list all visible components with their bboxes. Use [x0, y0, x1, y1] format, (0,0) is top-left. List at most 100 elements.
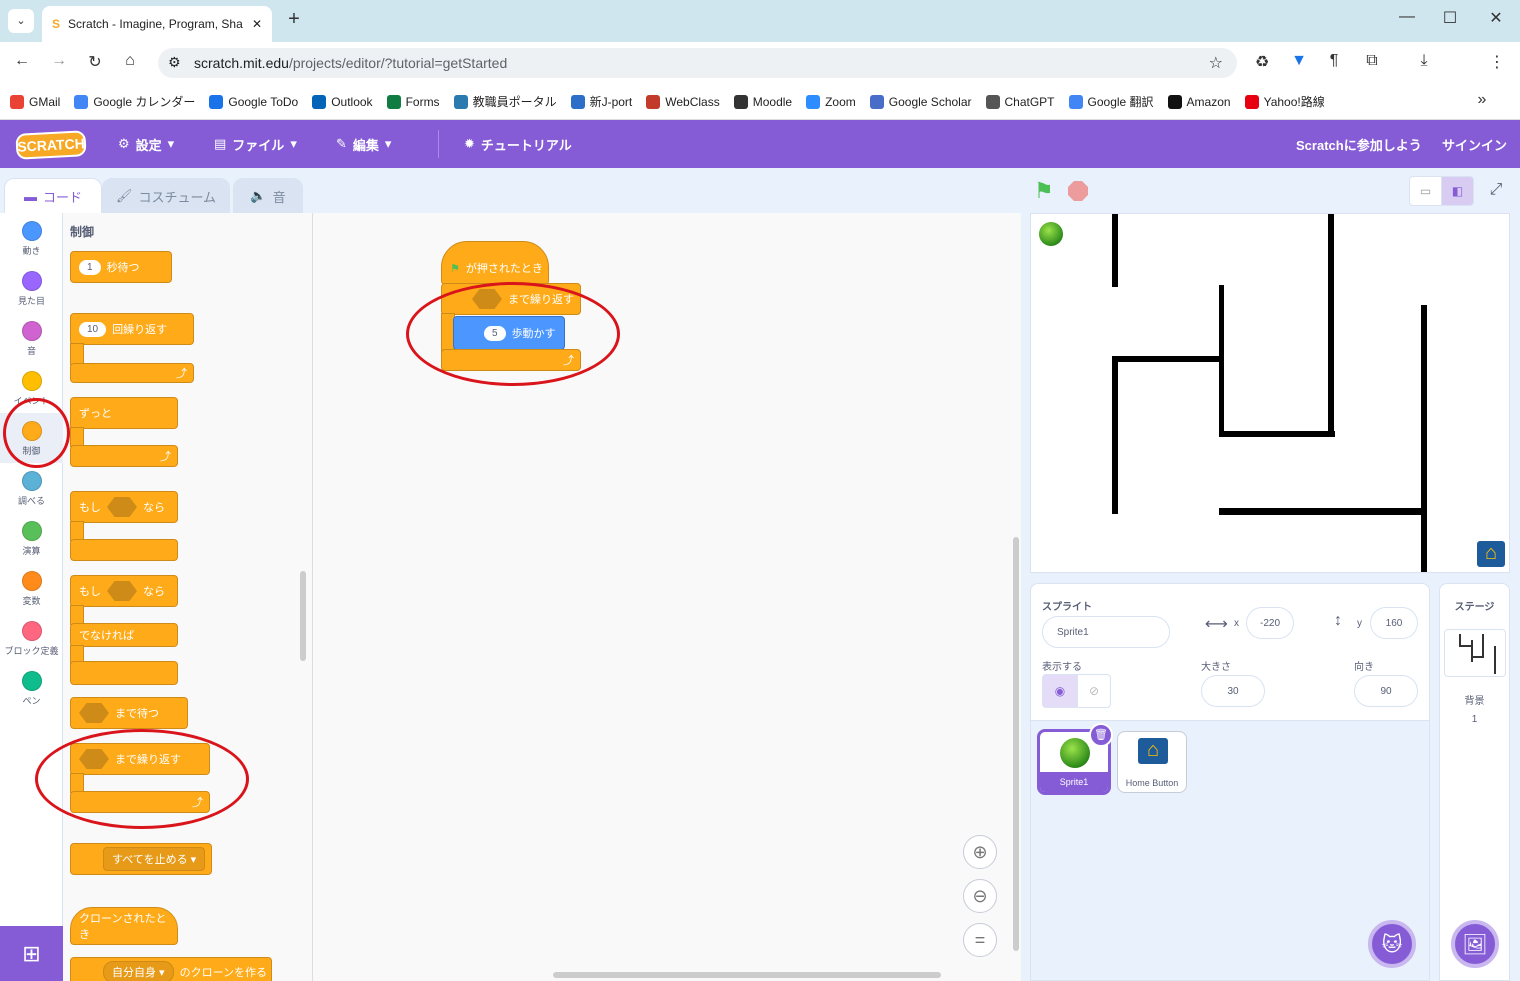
bookmark-7[interactable]: WebClass — [646, 94, 720, 109]
condition-slot[interactable] — [107, 497, 137, 517]
repeat-input[interactable]: 10 — [79, 321, 107, 337]
bookmark-star-icon[interactable]: ☆ — [1209, 53, 1223, 73]
bookmark-favicon-icon — [209, 94, 224, 109]
maximize-icon[interactable]: ☐ — [1438, 8, 1462, 28]
close-tab-icon[interactable]: ✕ — [252, 17, 262, 31]
join-scratch-link[interactable]: Scratchに参加しよう — [1296, 120, 1422, 168]
block-stop[interactable]: すべてを止める ▾ — [70, 843, 212, 875]
bookmark-14[interactable]: Yahoo!路線 — [1244, 93, 1325, 110]
bookmark-10[interactable]: Google Scholar — [869, 94, 972, 109]
block-forever[interactable]: ずっと — [70, 397, 178, 429]
wait-input[interactable]: 1 — [79, 259, 101, 275]
bookmark-9[interactable]: Zoom — [806, 94, 856, 109]
category-0[interactable]: 動き — [0, 213, 63, 257]
category-2[interactable]: 音 — [0, 313, 63, 357]
clone-target-dropdown[interactable]: 自分自身 ▾ — [103, 961, 174, 981]
tutorials-button[interactable]: ✹ チュートリアル — [464, 120, 572, 168]
home-button-sprite-icon[interactable]: ⌂ — [1477, 541, 1505, 567]
sprite-ball-icon[interactable] — [1039, 222, 1063, 246]
file-menu[interactable]: ▤ ファイル ▾ — [214, 120, 297, 168]
backdrop-thumbnail[interactable] — [1444, 629, 1506, 677]
address-bar[interactable]: ⚙ scratch.mit.edu/projects/editor/?tutor… — [158, 48, 1237, 78]
bookmark-11[interactable]: ChatGPT — [985, 94, 1055, 109]
sprite-tile-home-button[interactable]: ⌂ Home Button — [1117, 731, 1187, 793]
add-sprite-button[interactable]: 🐱 — [1368, 920, 1416, 968]
new-tab-icon[interactable]: + — [282, 8, 306, 31]
small-stage-button[interactable]: ▭ — [1409, 176, 1442, 206]
y-input[interactable]: 160 — [1370, 607, 1418, 639]
download-icon[interactable]: ⤓ — [1412, 52, 1436, 70]
bookmark-3[interactable]: Outlook — [312, 94, 373, 109]
site-info-icon[interactable]: ⚙ — [168, 54, 181, 71]
bookmark-0[interactable]: GMail — [10, 94, 60, 109]
condition-slot[interactable] — [79, 703, 109, 723]
stage-canvas[interactable]: ⌂ — [1030, 213, 1510, 573]
large-stage-button[interactable]: ◧ — [1441, 176, 1474, 206]
zoom-in-button[interactable]: ⊕ — [963, 835, 997, 869]
block-wait[interactable]: 1 秒待つ — [70, 251, 172, 283]
show-visible-button[interactable]: ◉ — [1042, 674, 1078, 708]
block-if-else[interactable]: もし なら — [70, 575, 178, 607]
fullscreen-button[interactable]: ⤢ — [1482, 176, 1510, 206]
category-9[interactable]: ペン — [0, 663, 63, 707]
workspace-h-scrollbar[interactable] — [553, 972, 941, 978]
add-extension-button[interactable]: ⊞ — [0, 926, 63, 981]
add-backdrop-button[interactable]: 🖼 — [1451, 920, 1499, 968]
category-1[interactable]: 見た目 — [0, 263, 63, 307]
sprite-name-input[interactable]: Sprite1 — [1042, 616, 1170, 648]
category-6[interactable]: 演算 — [0, 513, 63, 557]
scratch-logo[interactable]: SCRATCH — [15, 130, 87, 160]
x-input[interactable]: -220 — [1246, 607, 1294, 639]
bookmark-12[interactable]: Google 翻訳 — [1068, 93, 1154, 110]
tab-costumes[interactable]: 🖌 コスチューム — [102, 178, 230, 214]
extension-icon[interactable]: ♻ — [1250, 52, 1274, 72]
stop-dropdown[interactable]: すべてを止める ▾ — [103, 847, 206, 871]
zoom-out-button[interactable]: ⊖ — [963, 879, 997, 913]
block-wait-until[interactable]: まで待つ — [70, 697, 188, 729]
reload-icon[interactable]: ↻ — [83, 52, 107, 72]
back-icon[interactable]: ← — [10, 52, 34, 70]
vpn-icon[interactable]: ▼ — [1287, 52, 1311, 70]
minimize-icon[interactable]: — — [1395, 8, 1419, 26]
bookmark-6[interactable]: 新J-port — [570, 93, 632, 110]
zoom-reset-button[interactable]: = — [963, 923, 997, 957]
direction-input[interactable]: 90 — [1354, 675, 1418, 707]
bookmark-2[interactable]: Google ToDo — [209, 94, 298, 109]
size-input[interactable]: 30 — [1201, 675, 1265, 707]
tab-code[interactable]: ▬ コード — [4, 178, 102, 214]
category-8[interactable]: ブロック定義 — [0, 613, 63, 657]
block-if-then[interactable]: もし なら — [70, 491, 178, 523]
stop-button[interactable] — [1068, 181, 1088, 201]
paragraph-icon[interactable]: ¶ — [1322, 52, 1346, 70]
tab-sounds[interactable]: 🔈 音 — [233, 178, 303, 214]
category-7[interactable]: 変数 — [0, 563, 63, 607]
palette-scrollbar[interactable] — [300, 571, 306, 661]
block-create-clone[interactable]: 自分自身 ▾ のクローンを作る — [70, 957, 272, 981]
bookmark-4[interactable]: Forms — [386, 94, 440, 109]
home-icon[interactable]: ⌂ — [118, 52, 142, 70]
bookmark-13[interactable]: Amazon — [1167, 94, 1231, 109]
block-repeat[interactable]: 10 回繰り返す — [70, 313, 194, 345]
sign-in-link[interactable]: サインイン — [1442, 120, 1507, 168]
delete-sprite-button[interactable]: 🗑 — [1089, 723, 1113, 747]
close-window-icon[interactable]: ✕ — [1484, 8, 1508, 28]
browser-tab[interactable]: S Scratch - Imagine, Program, Sha ✕ — [42, 6, 272, 42]
workspace-v-scrollbar[interactable] — [1013, 537, 1019, 951]
tab-list-icon[interactable]: ⌄ — [8, 9, 34, 33]
bookmark-favicon-icon — [733, 94, 748, 109]
bookmark-5[interactable]: 教職員ポータル — [453, 93, 557, 110]
script-hat-block[interactable]: ⚑ が押されたとき — [441, 241, 549, 285]
hide-button[interactable]: ⊘ — [1077, 674, 1111, 708]
forward-icon[interactable]: → — [47, 52, 71, 70]
more-bookmarks-icon[interactable]: » — [1470, 91, 1494, 109]
block-clone-start[interactable]: クローンされたとき — [70, 907, 178, 945]
category-5[interactable]: 調べる — [0, 463, 63, 507]
green-flag-button[interactable]: ⚑ — [1034, 178, 1054, 204]
more-menu-icon[interactable]: ⋮ — [1485, 52, 1509, 72]
settings-menu[interactable]: ⚙ 設定 ▾ — [118, 120, 174, 168]
puzzle-icon[interactable]: ⧉ — [1360, 52, 1384, 70]
edit-menu[interactable]: ✎ 編集 ▾ — [336, 120, 391, 168]
bookmark-1[interactable]: Google カレンダー — [74, 93, 195, 110]
bookmark-8[interactable]: Moodle — [733, 94, 792, 109]
condition-slot[interactable] — [107, 581, 137, 601]
